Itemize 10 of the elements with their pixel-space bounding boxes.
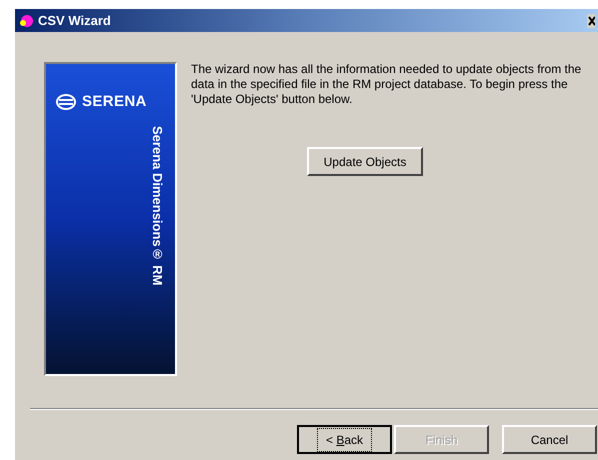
logo-icon <box>56 94 76 110</box>
brand-name: SERENA <box>82 92 147 112</box>
instruction-text: The wizard now has all the information needed to update objects from the data in the specified file in the RM project database. To begin press the 'Update Objects' button below. <box>191 62 582 107</box>
close-icon[interactable] <box>587 14 595 28</box>
app-icon <box>18 12 34 28</box>
wizard-button[interactable]: < Back <box>297 425 392 454</box>
wizard-button[interactable]: Cancel <box>502 425 597 454</box>
product-name: Serena Dimensions® RM <box>149 126 166 286</box>
update-objects-button[interactable]: Update Objects <box>307 147 423 176</box>
window-title: CSV Wizard <box>38 12 112 30</box>
